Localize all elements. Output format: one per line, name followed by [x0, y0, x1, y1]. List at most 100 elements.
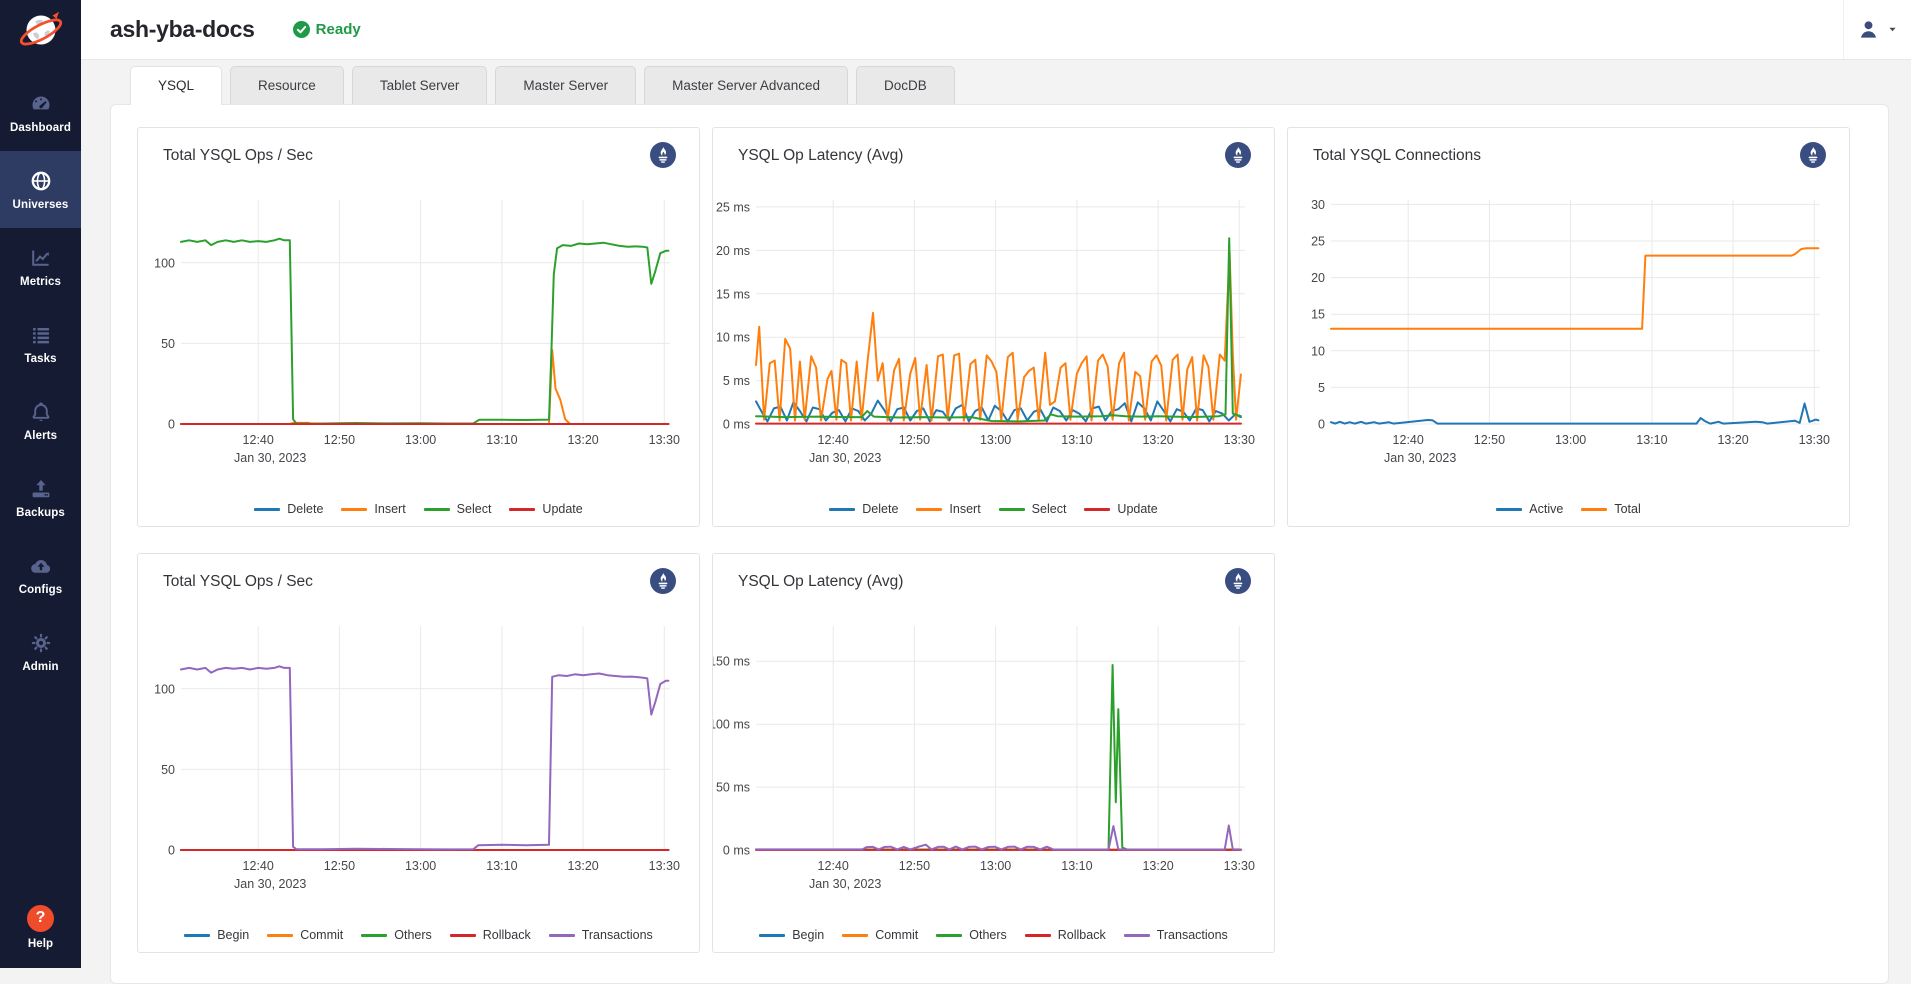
legend-item-rollback[interactable]: Rollback	[1025, 928, 1106, 942]
sidebar-item-admin[interactable]: Admin	[0, 613, 81, 690]
legend-item-transactions[interactable]: Transactions	[1124, 928, 1228, 942]
svg-text:13:30: 13:30	[1224, 433, 1255, 447]
svg-text:12:40: 12:40	[818, 859, 849, 873]
sidebar-item-configs[interactable]: Configs	[0, 536, 81, 613]
svg-text:Jan 30, 2023: Jan 30, 2023	[1384, 451, 1456, 465]
svg-text:0: 0	[1318, 418, 1325, 432]
sidebar-item-label: Admin	[22, 661, 58, 673]
svg-text:13:30: 13:30	[649, 859, 680, 873]
sidebar-item-dashboard[interactable]: Dashboard	[0, 74, 81, 151]
legend-label: Update	[1117, 502, 1157, 516]
svg-text:13:30: 13:30	[1799, 433, 1830, 447]
legend-item-total[interactable]: Total	[1581, 502, 1640, 516]
chart-plot: 30252015105012:4012:5013:0013:1013:2013:…	[1288, 190, 1851, 480]
legend-item-update[interactable]: Update	[509, 502, 582, 516]
tab-resource[interactable]: Resource	[230, 66, 344, 104]
sidebar-item-label: Tasks	[24, 353, 56, 365]
legend-line-swatch	[999, 508, 1025, 511]
chart-legend: Begin Commit Others Rollback Transactions	[713, 928, 1274, 942]
backups-icon	[29, 477, 53, 501]
legend-line-swatch	[424, 508, 450, 511]
legend-item-rollback[interactable]: Rollback	[450, 928, 531, 942]
sidebar-item-tasks[interactable]: Tasks	[0, 305, 81, 382]
tab-ysql[interactable]: YSQL	[130, 66, 222, 105]
svg-text:5: 5	[1318, 381, 1325, 395]
svg-text:5 ms: 5 ms	[723, 374, 750, 388]
svg-text:Jan 30, 2023: Jan 30, 2023	[234, 451, 306, 465]
chart-plot: 10050012:4012:5013:0013:1013:2013:30Jan …	[138, 190, 701, 480]
legend-item-select[interactable]: Select	[999, 502, 1067, 516]
svg-text:15: 15	[1311, 308, 1325, 322]
prometheus-icon[interactable]	[1225, 142, 1251, 168]
page-title: ash-yba-docs	[110, 16, 255, 43]
chart-plot: 150 ms100 ms50 ms0 ms12:4012:5013:0013:1…	[713, 616, 1276, 906]
user-menu[interactable]	[1843, 0, 1911, 59]
svg-text:13:10: 13:10	[1061, 859, 1092, 873]
charts-grid: Total YSQL Ops / Sec 10050012:4012:5013:…	[137, 127, 1850, 953]
tab-tablet-server[interactable]: Tablet Server	[352, 66, 488, 104]
tab-docdb[interactable]: DocDB	[856, 66, 955, 104]
sidebar-item-metrics[interactable]: Metrics	[0, 228, 81, 305]
legend-item-active[interactable]: Active	[1496, 502, 1563, 516]
legend-item-others[interactable]: Others	[936, 928, 1007, 942]
chart-legend: Delete Insert Select Update	[713, 502, 1274, 516]
svg-text:13:20: 13:20	[1717, 433, 1748, 447]
svg-text:13:00: 13:00	[1555, 433, 1586, 447]
chart-title: Total YSQL Ops / Sec	[163, 573, 313, 591]
sidebar-item-label: Help	[28, 938, 53, 950]
legend-line-swatch	[450, 934, 476, 937]
legend-line-swatch	[184, 934, 210, 937]
app-logo[interactable]	[0, 0, 81, 64]
legend-item-begin[interactable]: Begin	[759, 928, 824, 942]
svg-text:13:20: 13:20	[1142, 433, 1173, 447]
legend-item-others[interactable]: Others	[361, 928, 432, 942]
svg-text:15 ms: 15 ms	[716, 287, 750, 301]
legend-item-delete[interactable]: Delete	[254, 502, 323, 516]
legend-label: Delete	[862, 502, 898, 516]
legend-line-swatch	[759, 934, 785, 937]
sidebar-item-label: Universes	[13, 199, 69, 211]
tab-master-server-advanced[interactable]: Master Server Advanced	[644, 66, 848, 104]
sidebar-item-label: Backups	[16, 507, 65, 519]
svg-text:0 ms: 0 ms	[723, 844, 750, 858]
svg-text:12:40: 12:40	[243, 859, 274, 873]
prometheus-icon[interactable]	[1225, 568, 1251, 594]
prometheus-icon[interactable]	[650, 568, 676, 594]
sidebar-item-backups[interactable]: Backups	[0, 459, 81, 536]
legend-line-swatch	[254, 508, 280, 511]
tab-bar: YSQL Resource Tablet Server Master Serve…	[130, 66, 963, 105]
legend-item-insert[interactable]: Insert	[341, 502, 405, 516]
svg-text:12:50: 12:50	[899, 859, 930, 873]
legend-item-commit[interactable]: Commit	[267, 928, 343, 942]
header: ash-yba-docs Ready	[81, 0, 1911, 60]
sidebar-item-universes[interactable]: Universes	[0, 151, 81, 228]
svg-text:25: 25	[1311, 235, 1325, 249]
svg-text:0 ms: 0 ms	[723, 418, 750, 432]
prometheus-icon[interactable]	[650, 142, 676, 168]
legend-item-begin[interactable]: Begin	[184, 928, 249, 942]
chart-card: Total YSQL Ops / Sec 10050012:4012:5013:…	[137, 127, 700, 527]
sidebar-nav: Dashboard Universes Metrics Tasks Alerts…	[0, 74, 81, 690]
svg-text:20 ms: 20 ms	[716, 244, 750, 258]
svg-text:13:00: 13:00	[405, 859, 436, 873]
legend-item-delete[interactable]: Delete	[829, 502, 898, 516]
legend-label: Others	[969, 928, 1007, 942]
tab-master-server[interactable]: Master Server	[495, 66, 636, 104]
content-panel: Total YSQL Ops / Sec 10050012:4012:5013:…	[110, 104, 1889, 984]
prometheus-icon[interactable]	[1800, 142, 1826, 168]
legend-item-commit[interactable]: Commit	[842, 928, 918, 942]
check-circle-icon	[293, 21, 310, 38]
svg-text:10: 10	[1311, 344, 1325, 358]
svg-text:13:00: 13:00	[980, 433, 1011, 447]
legend-item-select[interactable]: Select	[424, 502, 492, 516]
legend-line-swatch	[1084, 508, 1110, 511]
configs-icon	[29, 554, 53, 578]
legend-item-insert[interactable]: Insert	[916, 502, 980, 516]
sidebar-item-help[interactable]: ? Help	[0, 898, 81, 968]
sidebar-item-alerts[interactable]: Alerts	[0, 382, 81, 459]
svg-text:50: 50	[161, 337, 175, 351]
legend-item-transactions[interactable]: Transactions	[549, 928, 653, 942]
svg-text:13:10: 13:10	[1061, 433, 1092, 447]
svg-text:50: 50	[161, 763, 175, 777]
legend-item-update[interactable]: Update	[1084, 502, 1157, 516]
